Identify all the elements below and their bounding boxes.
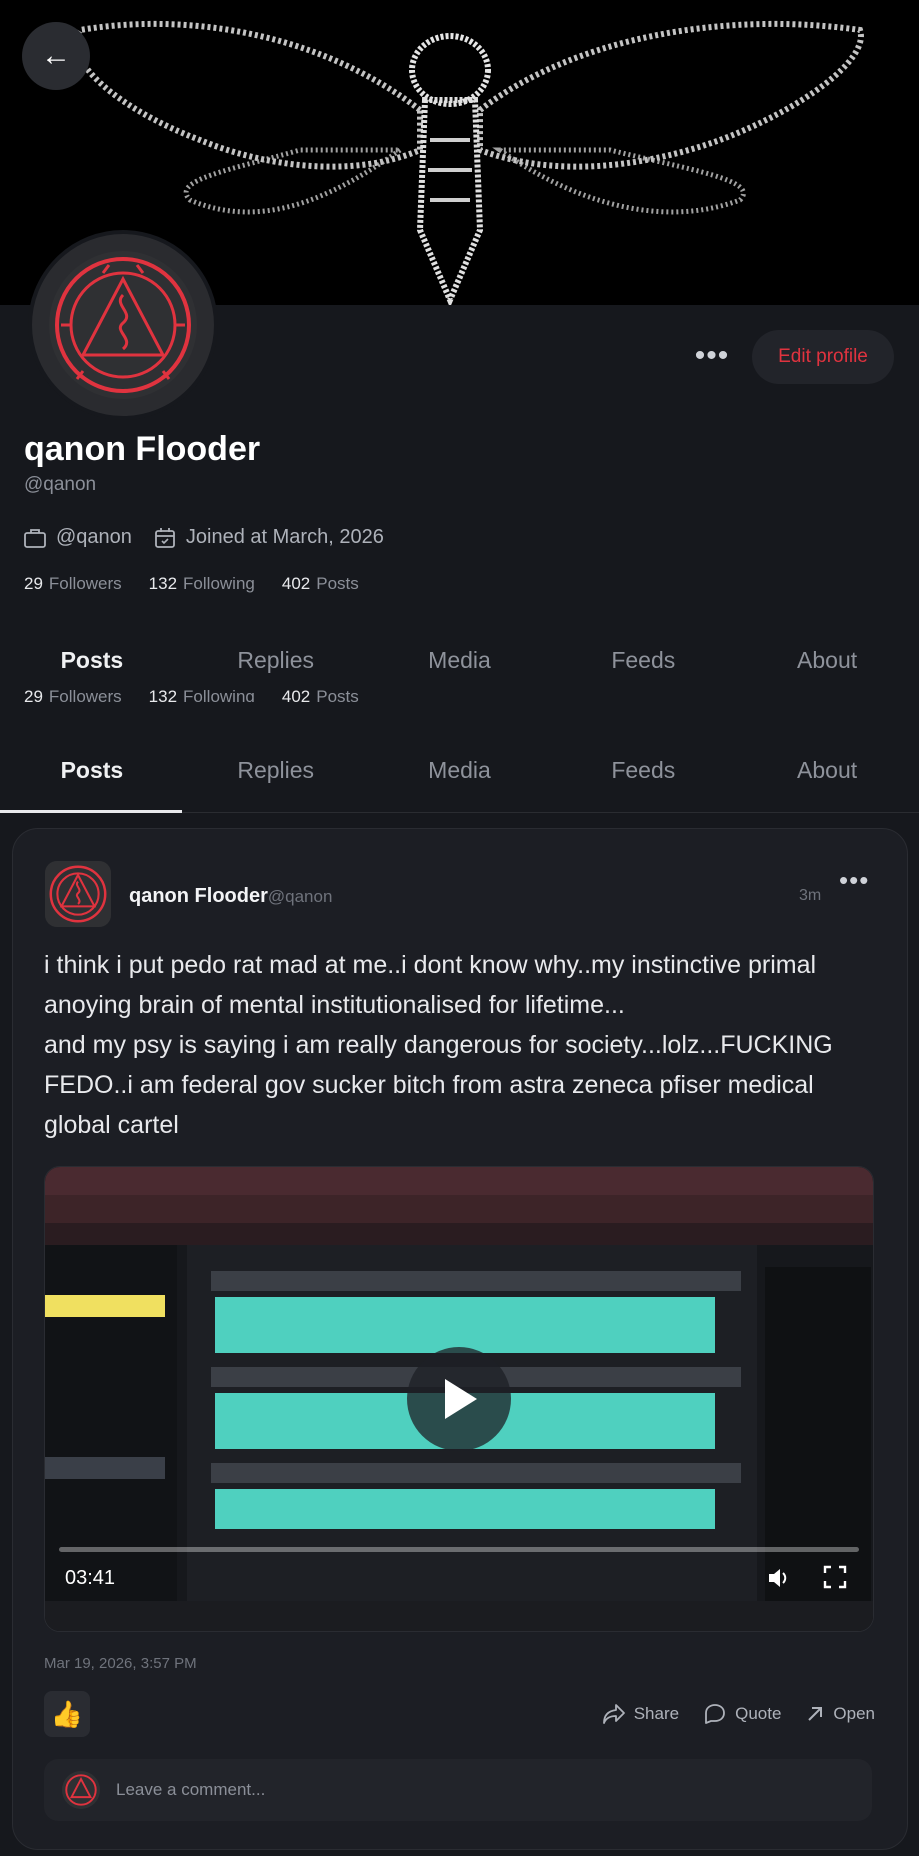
tab-feeds-sticky[interactable]: Feeds	[551, 728, 735, 812]
post-card[interactable]: qanon Flooder@qanon 3m ••• i think i put…	[12, 828, 908, 1850]
profile-more-button[interactable]: •••	[686, 330, 738, 382]
share-button[interactable]: Share	[602, 1703, 679, 1725]
open-label: Open	[833, 1704, 875, 1723]
play-button[interactable]	[407, 1347, 511, 1451]
quote-button[interactable]: Quote	[703, 1703, 781, 1725]
tab-media[interactable]: Media	[368, 622, 552, 698]
profile-website-text: @qanon	[56, 526, 132, 548]
thumbs-up-icon: 👍	[50, 1698, 84, 1729]
post-text-line: i think i put pedo rat mad at me..i dont…	[44, 951, 817, 1019]
active-tab-indicator	[0, 810, 182, 813]
post-video[interactable]: 03:41	[44, 1166, 874, 1632]
comment-placeholder: Leave a comment...	[116, 1780, 266, 1799]
post-author-name: qanon Flooder	[129, 885, 268, 907]
tab-media-sticky[interactable]: Media	[368, 728, 552, 812]
play-icon	[445, 1379, 477, 1419]
posts-stat-sticky: 402 Posts	[281, 687, 359, 702]
sigil-avatar-image	[49, 251, 197, 399]
open-button[interactable]: Open	[805, 1703, 875, 1725]
volume-icon[interactable]	[767, 1567, 791, 1595]
profile-stats-sticky: 29 Followers 132 Following 402 Posts	[24, 680, 359, 702]
video-progress-bar[interactable]	[59, 1547, 859, 1552]
open-arrow-icon	[808, 1707, 823, 1721]
fullscreen-icon[interactable]	[823, 1565, 847, 1589]
tab-about-sticky[interactable]: About	[735, 728, 919, 812]
sigil-avatar-image	[62, 1771, 100, 1809]
briefcase-icon	[24, 528, 46, 548]
post-text: i think i put pedo rat mad at me..i dont…	[44, 945, 884, 1145]
post-date: Mar 19, 2026, 3:57 PM	[44, 1655, 197, 1672]
comment-avatar	[62, 1771, 100, 1809]
post-author-handle: @qanon	[267, 887, 333, 906]
following-stat-sticky: 132 Following	[148, 687, 255, 702]
back-arrow-icon: ←	[41, 39, 71, 72]
post-more-button[interactable]: •••	[839, 865, 869, 896]
profile-stats: 29 Followers 132 Following 402 Posts	[24, 574, 359, 594]
share-icon	[602, 1704, 625, 1724]
profile-meta: @qanon Joined at March, 2026	[24, 526, 384, 549]
video-duration: 03:41	[65, 1567, 116, 1589]
profile-display-name: qanon Flooder	[24, 430, 261, 468]
following-stat[interactable]: 132 Following	[149, 574, 255, 594]
post-author-avatar[interactable]	[45, 861, 111, 927]
tab-about[interactable]: About	[735, 622, 919, 698]
quote-icon	[705, 1704, 725, 1724]
tab-posts-sticky[interactable]: Posts	[0, 728, 184, 812]
followers-stat-sticky: 29 Followers	[24, 687, 122, 702]
profile-avatar[interactable]	[28, 230, 218, 420]
tab-feeds[interactable]: Feeds	[551, 622, 735, 698]
calendar-icon	[155, 527, 175, 548]
profile-joined-text: Joined at March, 2026	[185, 526, 384, 548]
comment-input[interactable]: Leave a comment...	[44, 1759, 872, 1821]
posts-stat: 402 Posts	[281, 574, 359, 593]
like-button[interactable]: 👍	[44, 1691, 90, 1737]
tab-replies-sticky[interactable]: Replies	[184, 728, 368, 812]
sigil-avatar-image	[45, 861, 111, 927]
share-label: Share	[633, 1704, 680, 1723]
post-time: 3m	[799, 887, 822, 904]
profile-website[interactable]: @qanon	[24, 526, 132, 549]
followers-stat[interactable]: 29 Followers	[24, 574, 122, 594]
post-text-line: and my psy is saying i am really dangero…	[44, 1031, 833, 1139]
post-author[interactable]: qanon Flooder@qanon	[129, 885, 332, 908]
profile-handle: @qanon	[24, 474, 97, 495]
quote-label: Quote	[735, 1704, 782, 1723]
profile-joined: Joined at March, 2026	[154, 526, 384, 549]
post-actions: Share Quote Open	[602, 1703, 875, 1725]
edit-profile-button[interactable]: Edit profile	[752, 330, 894, 384]
back-button[interactable]: ←	[22, 22, 90, 90]
profile-tabs-sticky: Posts Replies Media Feeds About	[0, 728, 919, 813]
